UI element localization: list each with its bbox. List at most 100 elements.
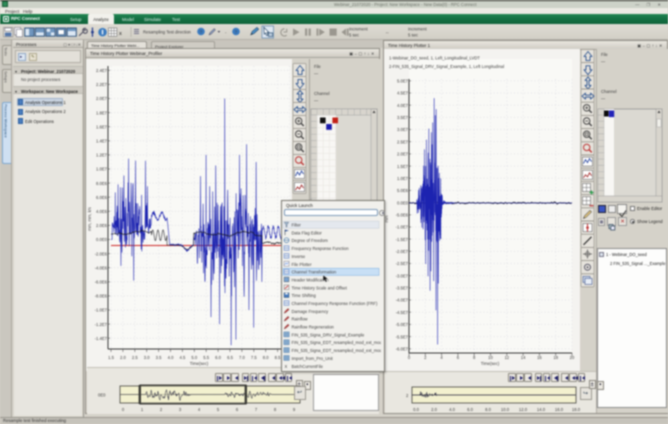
svg-text:Filter: Filter <box>292 223 302 228</box>
svg-text:2-FIN_535_Signal_DRV_Signal_Ex: 2-FIN_535_Signal_DRV_Signal_Example, 1, … <box>389 64 504 69</box>
svg-text:7: 7 <box>255 407 258 412</box>
svg-text:-2.0E7: -2.0E7 <box>396 249 409 254</box>
svg-text:5.0: 5.0 <box>191 355 197 360</box>
svg-text:8.0E6: 8.0E6 <box>96 181 108 186</box>
svg-text:2.0: 2.0 <box>120 355 126 360</box>
svg-text:Channel Transformation: Channel Transformation <box>292 270 337 275</box>
svg-text:3: 3 <box>179 407 182 412</box>
svg-text:-3.5E7: -3.5E7 <box>396 286 409 291</box>
svg-text:1.5E7: 1.5E7 <box>397 164 409 169</box>
svg-text:2.4E7: 2.4E7 <box>96 68 108 73</box>
svg-text:—: — <box>601 96 606 101</box>
svg-text:1.5: 1.5 <box>108 355 114 360</box>
svg-text:10.0: 10.0 <box>501 407 510 412</box>
svg-text:2.0E7: 2.0E7 <box>96 96 108 101</box>
svg-text:—: — <box>314 71 319 76</box>
svg-text:Channel Frequency Response Fun: Channel Frequency Response Function (FRF… <box>292 301 378 306</box>
svg-text:6: 6 <box>236 407 239 412</box>
svg-text:-8.0E6: -8.0E6 <box>95 294 108 299</box>
svg-text:Χ: Χ <box>119 31 122 36</box>
svg-text:Channel: Channel <box>601 89 617 94</box>
svg-text:-: - <box>225 30 227 35</box>
svg-text:2: 2 <box>160 407 163 412</box>
svg-text:Import_from_Pro_Unit: Import_from_Pro_Unit <box>292 356 334 361</box>
svg-text:1.0E7: 1.0E7 <box>96 167 108 172</box>
svg-text:-6.0E7: -6.0E7 <box>396 347 409 352</box>
svg-text:Resampling Test direction: Resampling Test direction <box>143 30 192 35</box>
svg-text:6.0: 6.0 <box>467 407 473 412</box>
svg-text:—: — <box>314 98 319 103</box>
svg-text:3.5: 3.5 <box>156 355 162 360</box>
svg-text:FIN_535_Signa_EDT_resampled_mo: FIN_535_Signa_EDT_resampled_mod_ext_mod_… <box>292 348 382 353</box>
svg-text:Data Flag Editor: Data Flag Editor <box>292 230 323 235</box>
svg-text:Degree of Freedom: Degree of Freedom <box>292 238 329 243</box>
svg-text:-6.0E6: -6.0E6 <box>95 280 108 285</box>
svg-text:5.0E6: 5.0E6 <box>397 188 409 193</box>
svg-text:2.5E7: 2.5E7 <box>397 139 409 144</box>
svg-text:5.0E7: 5.0E7 <box>397 79 409 84</box>
svg-text:Increment: Increment <box>408 27 427 32</box>
svg-text:mm, mm, kN: mm, mm, kN <box>87 207 92 231</box>
svg-text:Frequency Response Function: Frequency Response Function <box>292 246 350 251</box>
svg-text:1.8E7: 1.8E7 <box>96 110 108 115</box>
svg-text:6.0E6: 6.0E6 <box>96 195 108 200</box>
svg-text:16: 16 <box>537 355 542 360</box>
svg-text:File: File <box>601 52 608 57</box>
svg-text:-5.5E7: -5.5E7 <box>396 334 409 339</box>
svg-text:0: 0 <box>122 407 125 412</box>
svg-text:-1.4E7: -1.4E7 <box>95 336 108 341</box>
svg-text:4.5: 4.5 <box>179 355 185 360</box>
svg-text:-2.0E6: -2.0E6 <box>95 251 108 256</box>
svg-text:File: File <box>314 64 321 69</box>
svg-text:-1.0E7: -1.0E7 <box>95 308 108 313</box>
svg-text:9: 9 <box>293 407 296 412</box>
svg-text:Rainflow: Rainflow <box>292 317 309 322</box>
svg-text:1: 1 <box>141 407 144 412</box>
svg-text:FIN_535_Signa_EDT_resampled_mo: FIN_535_Signa_EDT_resampled_mod_ext_mod <box>292 340 382 345</box>
svg-text:3.0E7: 3.0E7 <box>397 127 409 132</box>
svg-text:4: 4 <box>198 407 201 412</box>
svg-text:5: 5 <box>217 407 220 412</box>
svg-text:0E0: 0E0 <box>98 393 106 398</box>
svg-text:2: 2 <box>406 393 409 398</box>
svg-text:3.0: 3.0 <box>144 355 150 360</box>
svg-text:4.0: 4.0 <box>168 355 174 360</box>
svg-text:8: 8 <box>274 407 277 412</box>
svg-text:6.5: 6.5 <box>227 355 233 360</box>
svg-text:2.0E6: 2.0E6 <box>96 223 108 228</box>
svg-text:2.0E7: 2.0E7 <box>397 152 409 157</box>
svg-text:4.5E7: 4.5E7 <box>397 91 409 96</box>
svg-text:2.5: 2.5 <box>132 355 138 360</box>
svg-text:Damage Frequency: Damage Frequency <box>292 309 330 314</box>
svg-text:4.0E6: 4.0E6 <box>96 209 108 214</box>
svg-text:14.0: 14.0 <box>537 407 546 412</box>
svg-text:↔: ↔ <box>385 30 389 35</box>
svg-text:10: 10 <box>488 355 493 360</box>
svg-text:Time History Scale and Offset: Time History Scale and Offset <box>292 285 348 290</box>
svg-text:-4.0E6: -4.0E6 <box>95 265 108 270</box>
svg-text:6.0: 6.0 <box>215 355 221 360</box>
svg-text:4.0E7: 4.0E7 <box>397 103 409 108</box>
svg-text:-4.0E7: -4.0E7 <box>396 298 409 303</box>
svg-text:Time(sec): Time(sec) <box>190 361 209 366</box>
svg-text:—: — <box>601 59 606 64</box>
svg-text:-2.5E7: -2.5E7 <box>396 261 409 266</box>
svg-text:Channel: Channel <box>314 91 330 96</box>
svg-text:14: 14 <box>521 355 526 360</box>
svg-text:-1.2E7: -1.2E7 <box>95 322 108 327</box>
svg-text:Time(sec): Time(sec) <box>481 361 500 366</box>
svg-text:5 sec: 5 sec <box>408 33 418 38</box>
svg-text:5.5: 5.5 <box>203 355 209 360</box>
svg-text:-5.0E7: -5.0E7 <box>396 322 409 327</box>
svg-text:File Plotter: File Plotter <box>292 262 313 267</box>
svg-text:8.0: 8.0 <box>485 407 491 412</box>
svg-text:Rainflow Regeneration: Rainflow Regeneration <box>292 325 335 330</box>
svg-text:20: 20 <box>570 355 575 360</box>
svg-text:7.0: 7.0 <box>239 355 245 360</box>
svg-text:FIN_535_Signa_DRV_Signal_Examp: FIN_535_Signa_DRV_Signal_Example <box>292 332 365 337</box>
svg-text:Χ: Χ <box>285 364 288 369</box>
svg-text:Time Shifting: Time Shifting <box>292 293 317 298</box>
svg-text:-1.5E7: -1.5E7 <box>396 237 409 242</box>
svg-text:-4.5E7: -4.5E7 <box>396 310 409 315</box>
svg-text:18: 18 <box>553 355 558 360</box>
